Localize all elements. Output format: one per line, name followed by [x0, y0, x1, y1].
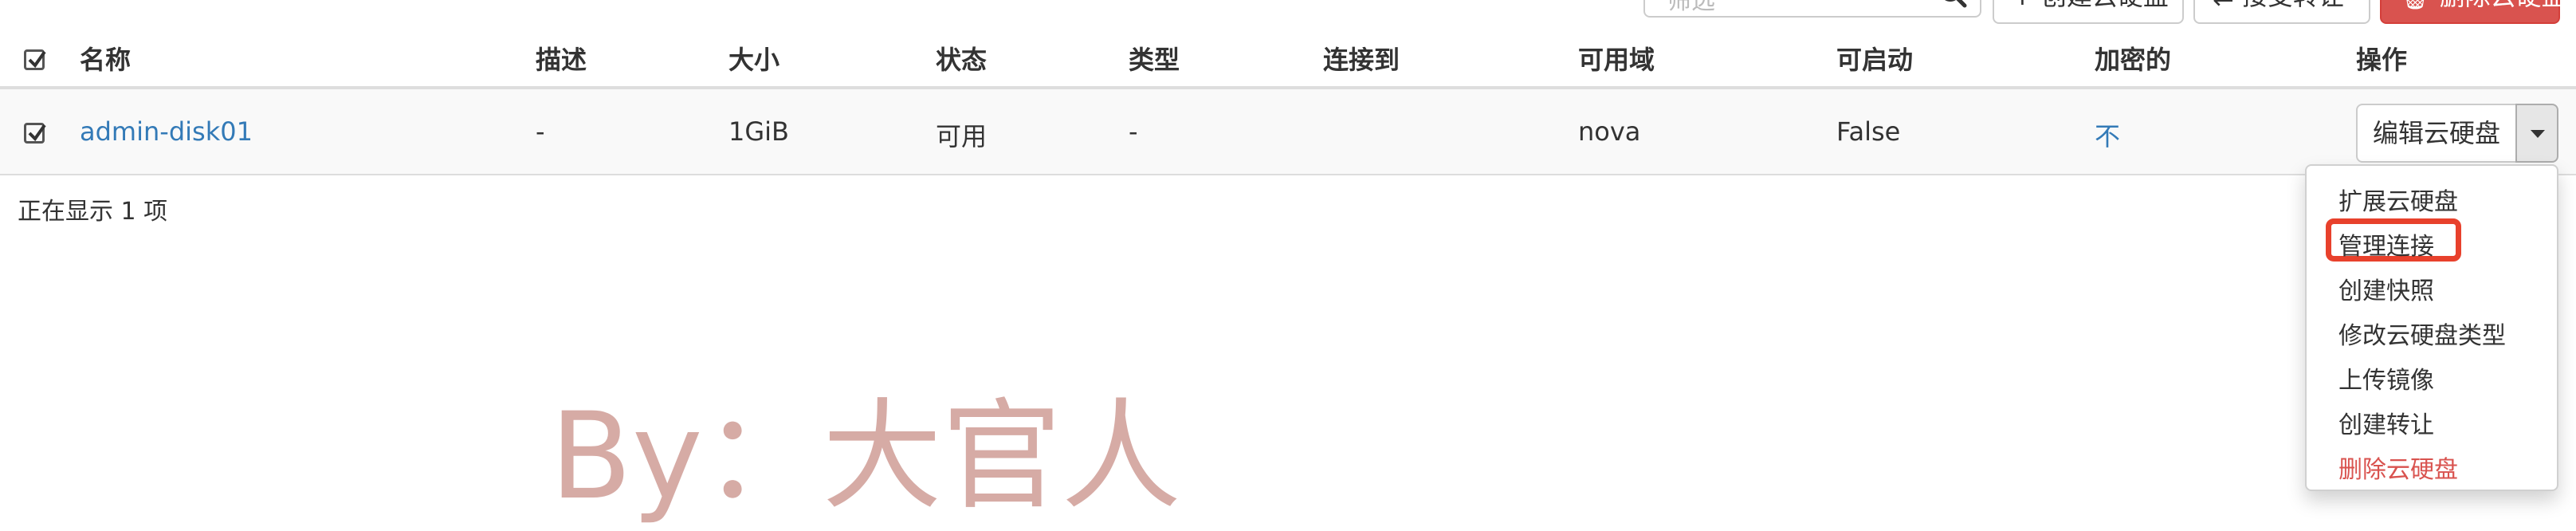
- menu-item-upload-image[interactable]: 上传镜像: [2338, 360, 2434, 395]
- more-actions-toggle[interactable]: [2515, 104, 2558, 163]
- watermark: By：大官人: [550, 387, 1181, 526]
- volume-name-link[interactable]: admin-disk01: [80, 116, 253, 147]
- search-input[interactable]: 筛选: [1643, 0, 1981, 18]
- column-actions: 操作: [2356, 45, 2408, 75]
- menu-item-create-snapshot[interactable]: 创建快照: [2338, 271, 2434, 306]
- accept-transfer-label: 接受转让: [2242, 0, 2344, 11]
- table-header: 名称 描述 大小 状态 类型 连接到 可用域 可启动 加密的 操作: [0, 22, 2576, 89]
- create-volume-button[interactable]: + 创建云硬盘: [1993, 0, 2184, 24]
- checkbox-icon: [28, 50, 46, 69]
- column-attached-to[interactable]: 连接到: [1323, 40, 1400, 77]
- column-description[interactable]: 描述: [536, 40, 587, 77]
- menu-item-extend-volume[interactable]: 扩展云硬盘: [2338, 182, 2458, 217]
- delete-volumes-label: 删除云硬盘: [2440, 0, 2567, 11]
- trash-icon: 🗑: [2399, 0, 2432, 11]
- column-name[interactable]: 名称: [80, 40, 131, 77]
- plus-icon: +: [2012, 0, 2033, 11]
- volume-encrypted-link[interactable]: 不: [2095, 116, 2120, 153]
- delete-volumes-button[interactable]: 🗑 删除云硬盘: [2380, 0, 2567, 24]
- volume-bootable: False: [1836, 116, 1901, 147]
- edit-volume-button[interactable]: 编辑云硬盘: [2356, 104, 2517, 163]
- chevron-down-icon: [2531, 130, 2545, 138]
- create-volume-label: 创建云硬盘: [2041, 0, 2169, 11]
- select-all-checkbox[interactable]: [24, 49, 46, 70]
- actions-dropdown-menu: 扩展云硬盘 管理连接 创建快照 修改云硬盘类型 上传镜像 创建转让 删除云硬盘: [2305, 164, 2558, 491]
- accept-transfer-button[interactable]: ⇄ 接受转让: [2193, 0, 2370, 24]
- table-row: admin-disk01 - 1GiB 可用 - nova False 不 编辑…: [0, 89, 2576, 175]
- column-type[interactable]: 类型: [1129, 40, 1180, 77]
- volume-availability-zone: nova: [1578, 116, 1641, 147]
- menu-item-create-transfer[interactable]: 创建转让: [2338, 405, 2434, 440]
- row-checkbox[interactable]: [24, 123, 46, 144]
- column-bootable[interactable]: 可启动: [1836, 40, 1913, 77]
- checkbox-icon: [28, 124, 46, 142]
- column-availability-zone[interactable]: 可用域: [1578, 40, 1655, 77]
- search-icon[interactable]: [1937, 0, 1969, 13]
- item-count: 正在显示 1 项: [18, 198, 168, 226]
- volume-status: 可用: [936, 121, 988, 151]
- toolbar: 筛选 + 创建云硬盘 ⇄ 接受转让 🗑 删除云硬盘: [0, 0, 2576, 24]
- menu-item-delete-volume[interactable]: 删除云硬盘: [2338, 450, 2458, 485]
- volume-size: 1GiB: [728, 116, 789, 147]
- menu-item-manage-attachments[interactable]: 管理连接: [2338, 226, 2434, 262]
- volume-type: -: [1129, 116, 1138, 147]
- column-size[interactable]: 大小: [728, 40, 779, 77]
- menu-item-change-volume-type[interactable]: 修改云硬盘类型: [2338, 316, 2506, 351]
- column-encrypted[interactable]: 加密的: [2095, 40, 2171, 77]
- column-status[interactable]: 状态: [936, 40, 987, 77]
- volume-description: -: [536, 116, 545, 147]
- transfer-icon: ⇄: [2213, 0, 2234, 11]
- search-placeholder: 筛选: [1667, 0, 1715, 15]
